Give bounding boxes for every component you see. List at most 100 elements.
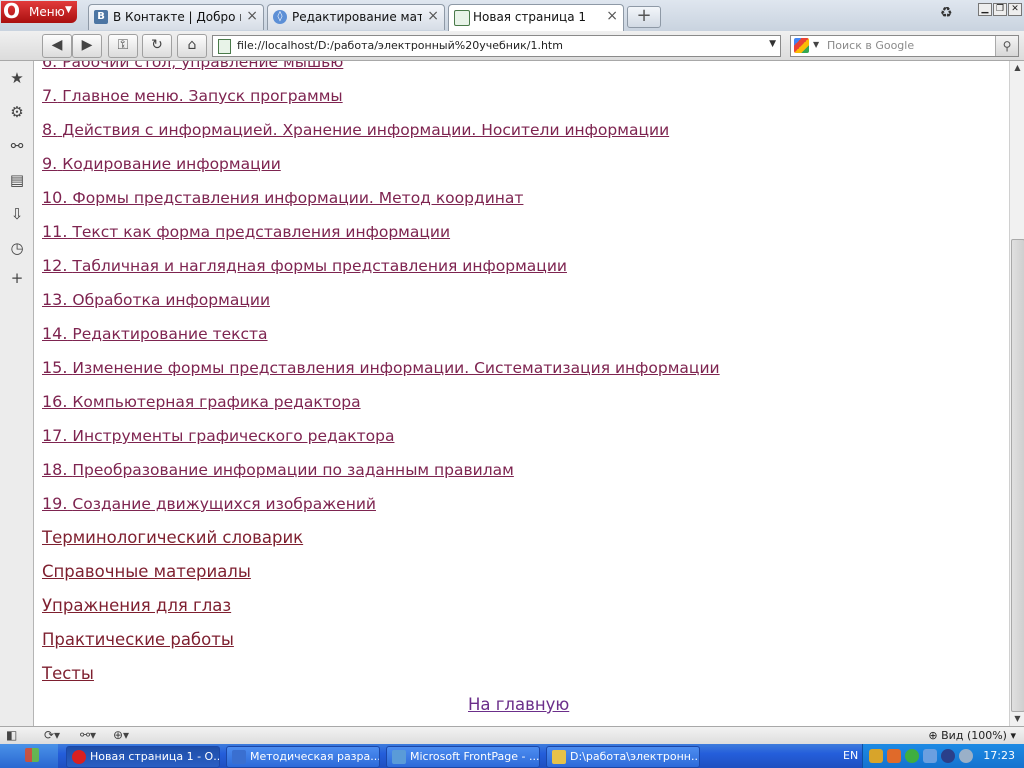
close-icon[interactable]: × [246,8,258,24]
tab-label: Редактирование матер... [292,10,422,24]
reload-button[interactable]: ↻ [142,34,172,58]
navigation-toolbar: ◀ ▶ ⚿ ↻ ⌂ file://localhost/D:/работа/эле… [0,31,1024,61]
windows-logo-icon [25,748,39,762]
unite-icon[interactable]: ⚯ [7,136,27,156]
folder-icon [552,750,566,764]
scroll-up-icon[interactable]: ▲ [1010,61,1024,75]
scroll-thumb[interactable] [1011,239,1024,712]
lesson-link-13[interactable]: 13. Обработка информации [42,283,720,317]
tray-icon[interactable] [941,749,955,763]
start-button[interactable] [0,744,58,768]
status-bar: ◧ ⟳▾ ⚯▾ ⊕▾ ⊕ Вид (100%) ▾ [0,726,1024,745]
tab-bar: O Меню ▼ B В Контакте | Добро по... × ◊ … [0,0,1024,32]
google-icon[interactable] [794,38,809,53]
clock: 17:23 [983,749,1015,762]
opera-logo-icon: O [3,0,21,23]
task-explorer[interactable]: D:\работа\электронн... [546,746,700,768]
lesson-link-17[interactable]: 17. Инструменты графического редактора [42,419,720,453]
unite-status-icon[interactable]: ⚯▾ [80,728,96,744]
address-bar[interactable]: file://localhost/D:/работа/электронный%2… [212,35,781,57]
reference-link[interactable]: Справочные материалы [42,555,720,589]
side-panel: ★ ⚙ ⚯ ▤ ⇩ ◷ + [0,61,34,726]
volume-icon[interactable] [959,749,973,763]
chevron-down-icon[interactable]: ▼ [769,39,776,49]
minimize-button[interactable]: ▁ [978,3,992,16]
zoom-control[interactable]: ⊕ Вид (100%) ▾ [928,729,1016,742]
tab-label: Новая страница 1 [473,10,586,24]
scroll-down-icon[interactable]: ▼ [1010,712,1024,726]
close-icon[interactable]: × [427,8,439,24]
tests-link[interactable]: Тесты [42,657,720,691]
practical-works-link[interactable]: Практические работы [42,623,720,657]
task-label: D:\работа\электронн... [570,750,700,763]
network-icon[interactable] [923,749,937,763]
tab-editing[interactable]: ◊ Редактирование матер... × [267,4,445,30]
system-tray: EN 17:23 [843,744,1024,768]
page-icon [218,39,231,54]
lesson-link-7[interactable]: 7. Главное меню. Запуск программы [42,79,720,113]
widgets-icon[interactable]: ⚙ [7,102,27,122]
lesson-link-15[interactable]: 15. Изменение формы представления информ… [42,351,720,385]
lesson-link-14[interactable]: 14. Редактирование текста [42,317,720,351]
vertical-scrollbar[interactable]: ▲ ▼ [1009,61,1024,726]
key-icon[interactable]: ⚿ [108,34,138,58]
tab-label: В Контакте | Добро по... [113,10,241,24]
close-window-button[interactable]: ✕ [1008,3,1022,16]
lesson-link-18[interactable]: 18. Преобразование информации по заданны… [42,453,720,487]
close-icon[interactable]: × [606,8,618,24]
new-tab-button[interactable]: + [627,6,661,28]
home-button[interactable]: ⌂ [177,34,207,58]
document-icon [232,750,246,764]
downloads-icon[interactable]: ⇩ [7,204,27,224]
tray-icon[interactable] [869,749,883,763]
lesson-link-12[interactable]: 12. Табличная и наглядная формы представ… [42,249,720,283]
page-content: 6. Рабочий стол, управление мышью 7. Гла… [34,61,1009,726]
site-icon: ◊ [273,10,287,24]
language-indicator[interactable]: EN [843,749,858,762]
lesson-link-8[interactable]: 8. Действия с информацией. Хранение инфо… [42,113,720,147]
lesson-link-6[interactable]: 6. Рабочий стол, управление мышью [42,61,720,79]
bookmarks-icon[interactable]: ★ [7,68,27,88]
back-button[interactable]: ◀ [42,34,72,58]
turbo-icon[interactable]: ⟳▾ [44,728,60,744]
task-label: Методическая разра... [250,750,380,763]
task-label: Microsoft FrontPage - ... [410,750,540,763]
restore-button[interactable]: ❐ [993,3,1007,16]
search-box[interactable]: ▼ Поиск в Google ⚲ [790,35,1019,57]
search-icon[interactable]: ⚲ [995,36,1018,56]
opera-icon [72,750,86,764]
home-page-link[interactable]: На главную [468,695,569,714]
lesson-link-11[interactable]: 11. Текст как форма представления информ… [42,215,720,249]
eye-exercises-link[interactable]: Упражнения для глаз [42,589,720,623]
contents-list: 6. Рабочий стол, управление мышью 7. Гла… [42,61,720,691]
add-panel-icon[interactable]: + [7,268,27,288]
frontpage-icon [392,750,406,764]
address-url[interactable]: file://localhost/D:/работа/электронный%2… [237,39,563,52]
tray-icon[interactable] [887,749,901,763]
search-input[interactable]: Поиск в Google [827,39,914,52]
forward-button[interactable]: ▶ [72,34,102,58]
opera-menu-button[interactable]: O Меню ▼ [1,0,77,23]
lesson-link-19[interactable]: 19. Создание движущихся изображений [42,487,720,521]
task-label: Новая страница 1 - О... [90,750,220,763]
windows-taskbar: Новая страница 1 - О... Методическая раз… [0,744,1024,768]
task-word[interactable]: Методическая разра... [226,746,380,768]
task-frontpage[interactable]: Microsoft FrontPage - ... [386,746,540,768]
history-icon[interactable]: ◷ [7,238,27,258]
task-opera[interactable]: Новая страница 1 - О... [66,746,220,768]
trash-icon[interactable]: ♻ [940,5,958,25]
vk-icon: B [94,10,108,24]
tab-new-page[interactable]: Новая страница 1 × [448,4,624,31]
zoom-icon: ⊕ [928,729,938,742]
lesson-link-10[interactable]: 10. Формы представления информации. Мето… [42,181,720,215]
chevron-down-icon[interactable]: ▼ [813,40,819,49]
lesson-link-16[interactable]: 16. Компьютерная графика редактора [42,385,720,419]
glossary-link[interactable]: Терминологический словарик [42,521,720,555]
panel-toggle-icon[interactable]: ◧ [6,728,17,744]
chevron-down-icon: ▾ [1010,729,1016,742]
tray-icon[interactable] [905,749,919,763]
lesson-link-9[interactable]: 9. Кодирование информации [42,147,720,181]
tab-vkontakte[interactable]: B В Контакте | Добро по... × [88,4,264,30]
notes-icon[interactable]: ▤ [7,170,27,190]
globe-icon[interactable]: ⊕▾ [113,728,129,744]
